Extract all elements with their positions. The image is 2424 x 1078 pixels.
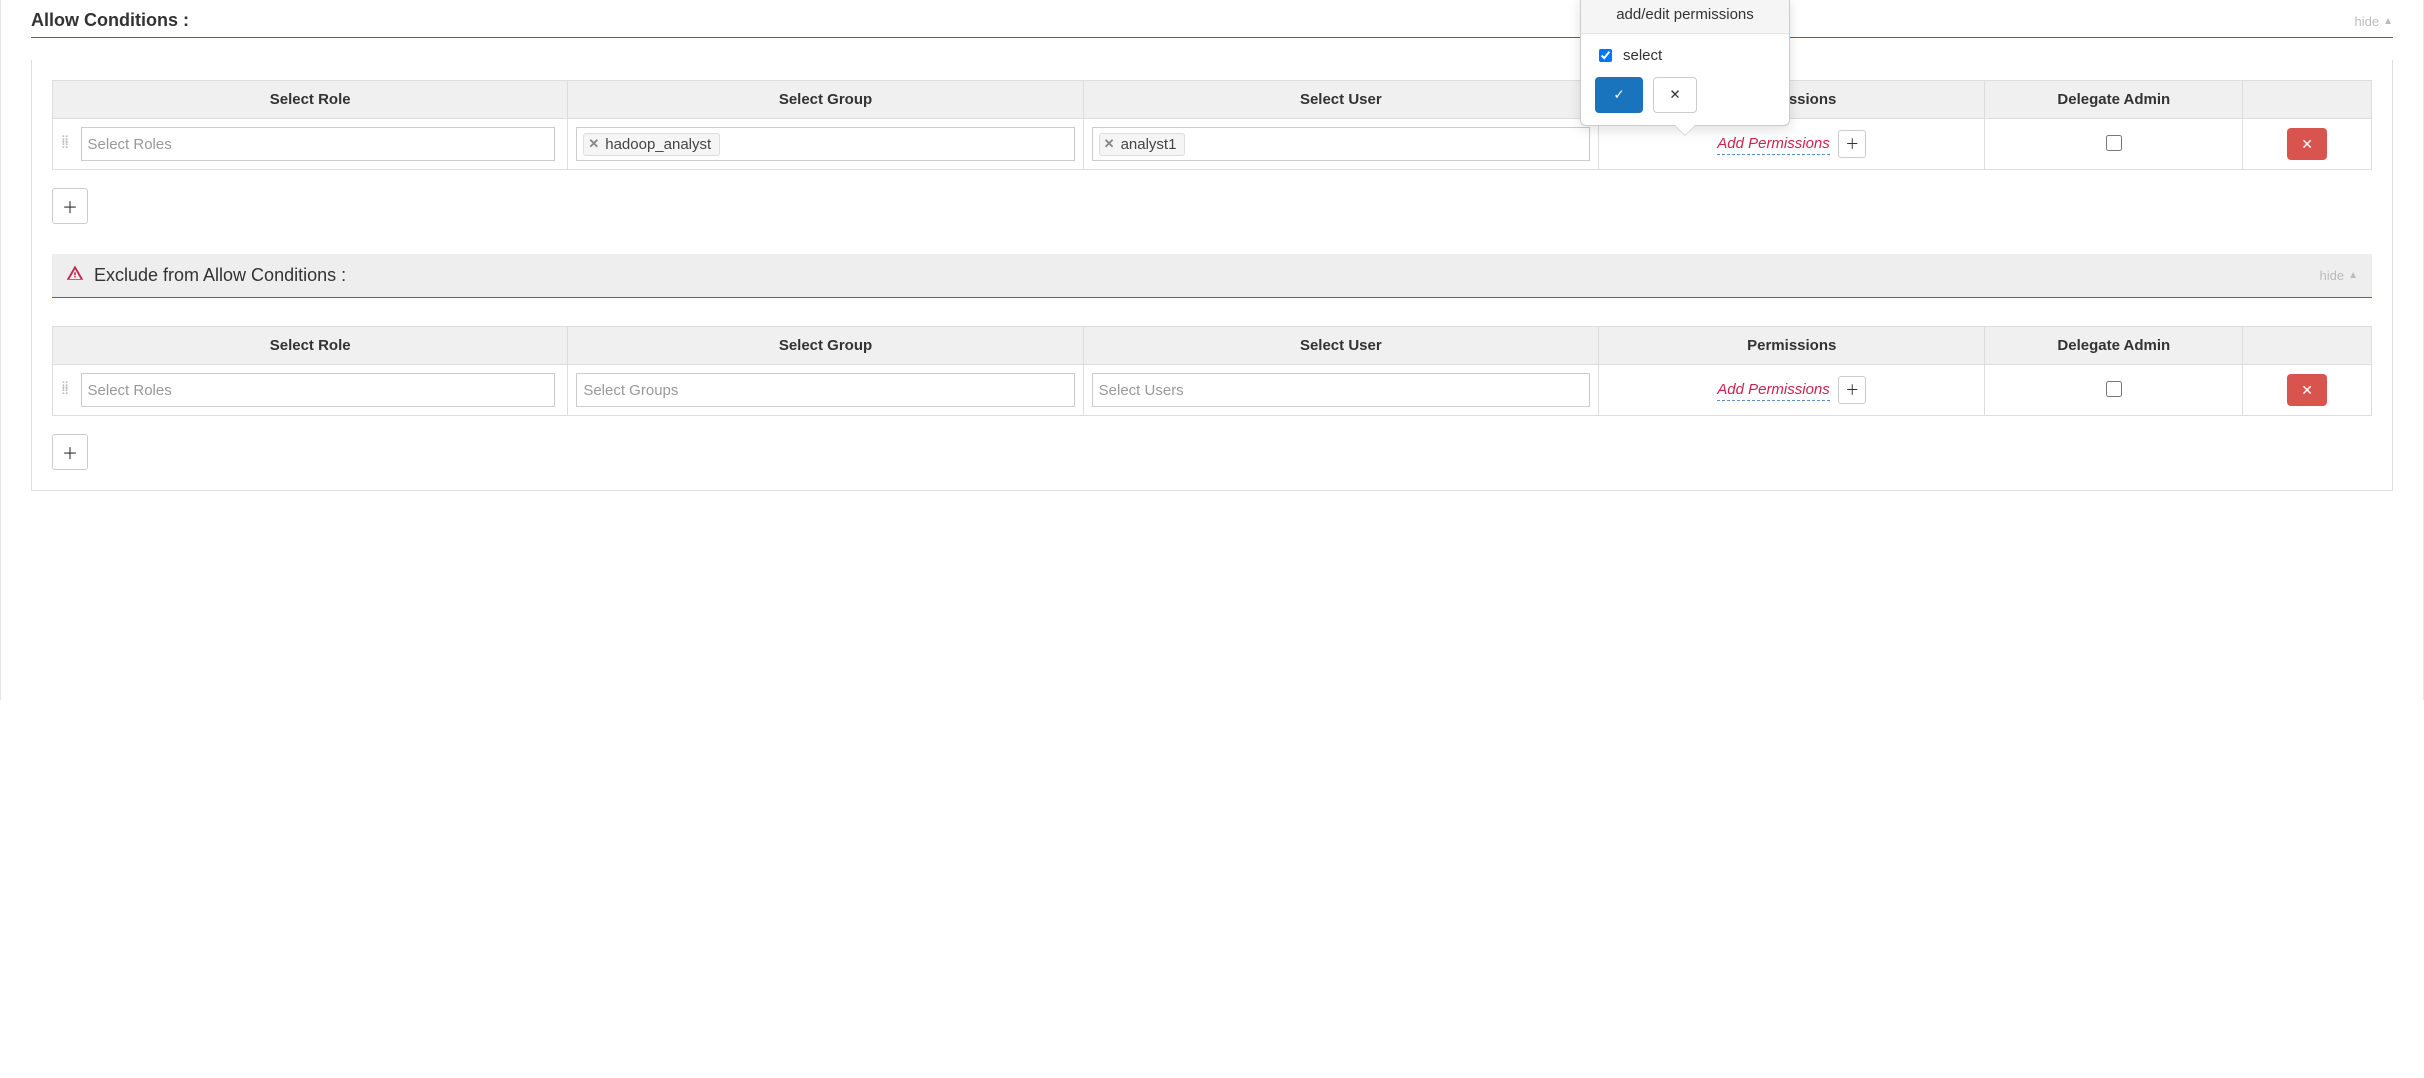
roles-placeholder: Select Roles <box>88 136 172 153</box>
add-allow-row-button[interactable]: ＋ <box>52 188 88 224</box>
add-permissions-link[interactable]: Add Permissions <box>1717 381 1830 401</box>
th-group: Select Group <box>568 81 1083 119</box>
hide-label: hide <box>2355 14 2380 29</box>
user-input[interactable]: ✕ analyst1 <box>1092 127 1590 161</box>
chip-remove-icon[interactable]: ✕ <box>588 136 599 152</box>
allow-conditions-title: Allow Conditions : <box>31 10 189 31</box>
popover-title: add/edit permissions <box>1581 0 1789 34</box>
exclude-table: Select Role Select Group Select User Per… <box>52 326 2372 416</box>
th-remove <box>2243 327 2372 365</box>
add-permissions-link[interactable]: Add Permissions <box>1717 135 1830 155</box>
exclude-hide-toggle[interactable]: hide ▲ <box>2320 268 2358 283</box>
plus-icon: ＋ <box>1845 380 1859 400</box>
chip-group-label: hadoop_analyst <box>605 136 711 153</box>
popover-option-select[interactable]: select <box>1595 46 1775 65</box>
add-exclude-row-button[interactable]: ＋ <box>52 434 88 470</box>
plus-icon: ＋ <box>62 440 78 464</box>
popover-checkbox-select[interactable] <box>1599 49 1612 62</box>
role-input[interactable]: Select Roles <box>81 373 555 407</box>
caret-up-icon: ▲ <box>2348 270 2358 281</box>
close-icon: ✕ <box>2301 136 2313 153</box>
th-delegate: Delegate Admin <box>1985 81 2243 119</box>
drag-handle-icon[interactable]: ⠿⠿ <box>61 139 70 149</box>
groups-placeholder: Select Groups <box>583 382 678 399</box>
warning-icon <box>66 264 84 287</box>
group-chip: ✕ hadoop_analyst <box>583 133 720 156</box>
th-role: Select Role <box>53 327 568 365</box>
popover-arrow <box>1675 125 1695 135</box>
user-chip: ✕ analyst1 <box>1099 133 1186 156</box>
permissions-popover: add/edit permissions select ✓ <box>1580 0 1790 126</box>
add-permission-plus-button[interactable]: ＋ <box>1838 376 1866 404</box>
plus-icon: ＋ <box>62 194 78 218</box>
exclude-table-row: ⠿⠿ Select Roles Select Groups Select Use… <box>53 365 2372 416</box>
group-input[interactable]: Select Groups <box>576 373 1074 407</box>
popover-cancel-button[interactable]: ✕ <box>1653 77 1697 113</box>
delegate-admin-checkbox[interactable] <box>2106 381 2122 397</box>
close-icon: ✕ <box>2301 382 2313 399</box>
allow-hide-toggle[interactable]: hide ▲ <box>2355 14 2393 29</box>
plus-icon: ＋ <box>1845 134 1859 154</box>
th-remove <box>2243 81 2372 119</box>
chip-remove-icon[interactable]: ✕ <box>1104 136 1115 152</box>
popover-confirm-button[interactable]: ✓ <box>1595 77 1643 113</box>
th-group: Select Group <box>568 327 1083 365</box>
hide-label: hide <box>2320 268 2345 283</box>
delete-row-button[interactable]: ✕ <box>2287 374 2327 406</box>
caret-up-icon: ▲ <box>2383 16 2393 27</box>
add-permission-plus-button[interactable]: ＋ <box>1838 130 1866 158</box>
allow-table-row: ⠿⠿ Select Roles ✕ hadoop_analyst <box>53 119 2372 170</box>
delete-row-button[interactable]: ✕ <box>2287 128 2327 160</box>
th-user: Select User <box>1083 81 1598 119</box>
roles-placeholder: Select Roles <box>88 382 172 399</box>
users-placeholder: Select Users <box>1099 382 1184 399</box>
th-delegate: Delegate Admin <box>1985 327 2243 365</box>
drag-handle-icon[interactable]: ⠿⠿ <box>61 385 70 395</box>
delegate-admin-checkbox[interactable] <box>2106 135 2122 151</box>
allow-panel: Select Role Select Group Select User Per… <box>31 60 2393 491</box>
th-permissions: Permissions <box>1598 327 1985 365</box>
check-icon: ✓ <box>1613 87 1624 103</box>
chip-user-label: analyst1 <box>1121 136 1177 153</box>
th-role: Select Role <box>53 81 568 119</box>
popover-option-label: select <box>1623 47 1662 64</box>
user-input[interactable]: Select Users <box>1092 373 1590 407</box>
group-input[interactable]: ✕ hadoop_analyst <box>576 127 1074 161</box>
th-user: Select User <box>1083 327 1598 365</box>
close-icon: ✕ <box>1669 87 1680 103</box>
allow-table: Select Role Select Group Select User Per… <box>52 80 2372 170</box>
role-input[interactable]: Select Roles <box>81 127 555 161</box>
exclude-title: Exclude from Allow Conditions : <box>94 265 346 286</box>
